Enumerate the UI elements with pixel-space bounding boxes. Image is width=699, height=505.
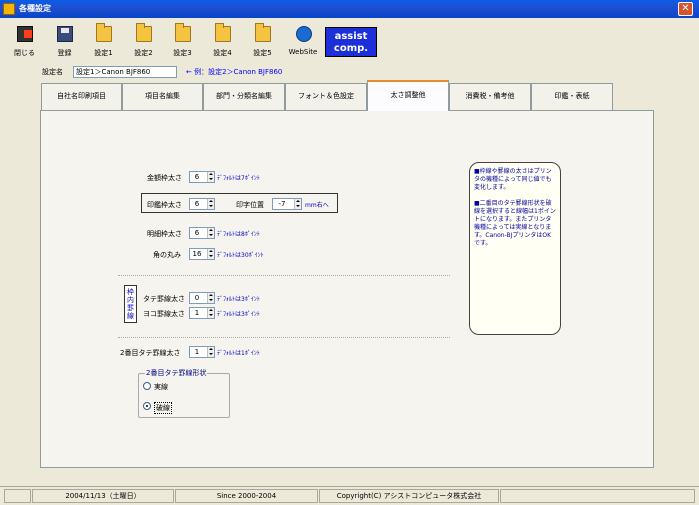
line-shape-legend: 2番目タテ罫線形状 — [145, 368, 208, 378]
tab-item-name-edit[interactable]: 項目名編集 — [122, 83, 203, 110]
vertical-line-label: タテ罫線太さ — [143, 295, 185, 303]
vertical-line-hint: ﾃﾞﾌｫﾙﾄは3ﾎﾟｲﾝﾄ — [217, 296, 260, 303]
corner-radius-hint: ﾃﾞﾌｫﾙﾄは30ﾎﾟｲﾝﾄ — [217, 252, 264, 259]
detail-frame-value: 6 — [194, 229, 200, 237]
status-date: 2004/11/13（土曜日） — [32, 489, 174, 503]
vertical-line-spinner[interactable]: 0 — [189, 292, 215, 304]
tab-company-print[interactable]: 自社名印刷項目 — [41, 83, 122, 110]
inner-lines-text: 枠内罫線 — [127, 288, 134, 320]
horizontal-line-label: ヨコ罫線太さ — [143, 310, 185, 318]
amount-frame-label: 金額枠太さ — [147, 174, 182, 182]
setting1-label: 設定1 — [94, 49, 113, 57]
second-vertical-line-hint: ﾃﾞﾌｫﾙﾄは1ﾎﾟｲﾝﾄ — [217, 350, 260, 357]
note-paragraph-2: ■二番目のタテ罫線形状を破線を選択すると線幅は1ポイントになります。またプリンタ… — [474, 200, 556, 247]
website-button[interactable]: WebSite — [285, 22, 321, 60]
close-button-label: 閉じる — [14, 49, 35, 57]
status-since: Since 2000-2004 — [175, 489, 318, 503]
detail-frame-label: 明細枠太さ — [147, 230, 182, 238]
second-vertical-line-spinner[interactable]: 1 — [189, 346, 215, 358]
spin-arrows-icon[interactable] — [294, 199, 301, 209]
horizontal-line-spinner[interactable]: 1 — [189, 307, 215, 319]
tab-thickness[interactable]: 太さ調整他 — [367, 80, 449, 111]
print-position-label: 印字位置 — [236, 201, 264, 209]
setting-name-input[interactable]: 設定1＞Canon BJF860 — [73, 66, 177, 78]
detail-frame-hint: ﾃﾞﾌｫﾙﾄは8ﾎﾟｲﾝﾄ — [217, 231, 260, 238]
horizontal-line-value: 1 — [194, 309, 200, 317]
inner-lines-label: 枠内罫線 — [124, 285, 137, 323]
folder-icon — [255, 23, 271, 42]
dashed-line-label: 破線 — [154, 402, 172, 414]
print-position-spinner[interactable]: -7 — [272, 198, 302, 210]
register-button-label: 登録 — [57, 49, 72, 57]
title-bar: 各種設定 ✕ — [0, 0, 699, 18]
app-icon — [3, 3, 15, 15]
floppy-disk-icon — [57, 26, 73, 42]
note-paragraph-1: ■枠線や罫線の太さはプリンタの機種によって同じ値でも変化します。 — [474, 168, 552, 191]
spin-arrows-icon[interactable] — [207, 199, 214, 209]
setting4-button[interactable]: 設定4 — [206, 22, 239, 60]
setting5-label: 設定5 — [253, 49, 272, 57]
tab-tax-notes[interactable]: 消費税・備考他 — [449, 83, 531, 110]
setting3-button[interactable]: 設定3 — [166, 22, 199, 60]
detail-frame-spinner[interactable]: 6 — [189, 227, 215, 239]
setting2-label: 設定2 — [134, 49, 153, 57]
status-copyright: Copyright(C) アシストコンピュータ株式会社 — [319, 489, 499, 503]
solid-line-label: 実線 — [154, 383, 168, 391]
setting1-button[interactable]: 設定1 — [87, 22, 120, 60]
seal-frame-value: 6 — [194, 200, 200, 208]
spin-arrows-icon[interactable] — [207, 249, 214, 259]
assist-logo-line1: assist — [334, 31, 368, 42]
status-bar: 2004/11/13（土曜日） Since 2000-2004 Copyrigh… — [0, 486, 699, 505]
folder-icon — [96, 23, 112, 42]
assist-logo-line2: comp. — [333, 43, 369, 54]
status-cell-empty — [4, 489, 31, 503]
setting-name-example: ← 例：設定2＞Canon BJF860 — [186, 68, 283, 76]
spin-arrows-icon[interactable] — [207, 293, 214, 303]
spin-arrows-icon[interactable] — [207, 172, 214, 182]
setting3-label: 設定3 — [173, 49, 192, 57]
divider — [118, 337, 450, 338]
setting4-label: 設定4 — [213, 49, 232, 57]
tab-font-color[interactable]: フォント＆色設定 — [285, 83, 367, 110]
corner-radius-label: 角の丸み — [153, 251, 181, 259]
spin-arrows-icon[interactable] — [207, 347, 214, 357]
print-position-value: -7 — [278, 200, 286, 208]
radio-solid-line[interactable] — [143, 382, 151, 390]
close-button[interactable]: 閉じる — [8, 22, 41, 60]
status-cell-empty — [500, 489, 695, 503]
folder-icon — [215, 23, 231, 42]
print-position-unit: mm右へ — [305, 202, 329, 209]
second-vertical-line-value: 1 — [194, 348, 200, 356]
setting2-button[interactable]: 設定2 — [127, 22, 160, 60]
seal-frame-spinner[interactable]: 6 — [189, 198, 215, 210]
window-title: 各種設定 — [19, 4, 51, 13]
folder-icon — [175, 23, 191, 42]
seal-frame-label: 印鑑枠太さ — [147, 201, 182, 209]
setting5-button[interactable]: 設定5 — [246, 22, 279, 60]
exit-icon — [17, 26, 33, 42]
tab-department-edit[interactable]: 部門・分類名編集 — [203, 83, 285, 110]
tab-seal-cover[interactable]: 印鑑・表紙 — [531, 83, 613, 110]
amount-frame-hint: ﾃﾞﾌｫﾙﾄは7ﾎﾟｲﾝﾄ — [217, 175, 260, 182]
radio-dashed-line[interactable] — [143, 402, 151, 410]
folder-icon — [136, 23, 152, 42]
corner-radius-value: 16 — [192, 250, 202, 258]
line-shape-group — [138, 373, 230, 418]
setting-name-label: 設定名 — [42, 68, 63, 76]
register-button[interactable]: 登録 — [48, 22, 81, 60]
divider — [118, 275, 450, 276]
info-note: ■枠線や罫線の太さはプリンタの機種によって同じ値でも変化します。 ■二番目のタテ… — [469, 162, 561, 335]
corner-radius-spinner[interactable]: 16 — [189, 248, 215, 260]
amount-frame-value: 6 — [194, 173, 200, 181]
amount-frame-spinner[interactable]: 6 — [189, 171, 215, 183]
horizontal-line-hint: ﾃﾞﾌｫﾙﾄは3ﾎﾟｲﾝﾄ — [217, 311, 260, 318]
vertical-line-value: 0 — [194, 294, 200, 302]
assist-comp-logo[interactable]: assist comp. — [325, 27, 377, 57]
second-vertical-line-label: 2番目タテ罫線太さ — [120, 349, 181, 357]
close-window-button[interactable]: ✕ — [678, 2, 693, 16]
spin-arrows-icon[interactable] — [207, 228, 214, 238]
globe-icon — [296, 26, 312, 42]
spin-arrows-icon[interactable] — [207, 308, 214, 318]
website-label: WebSite — [288, 48, 318, 56]
